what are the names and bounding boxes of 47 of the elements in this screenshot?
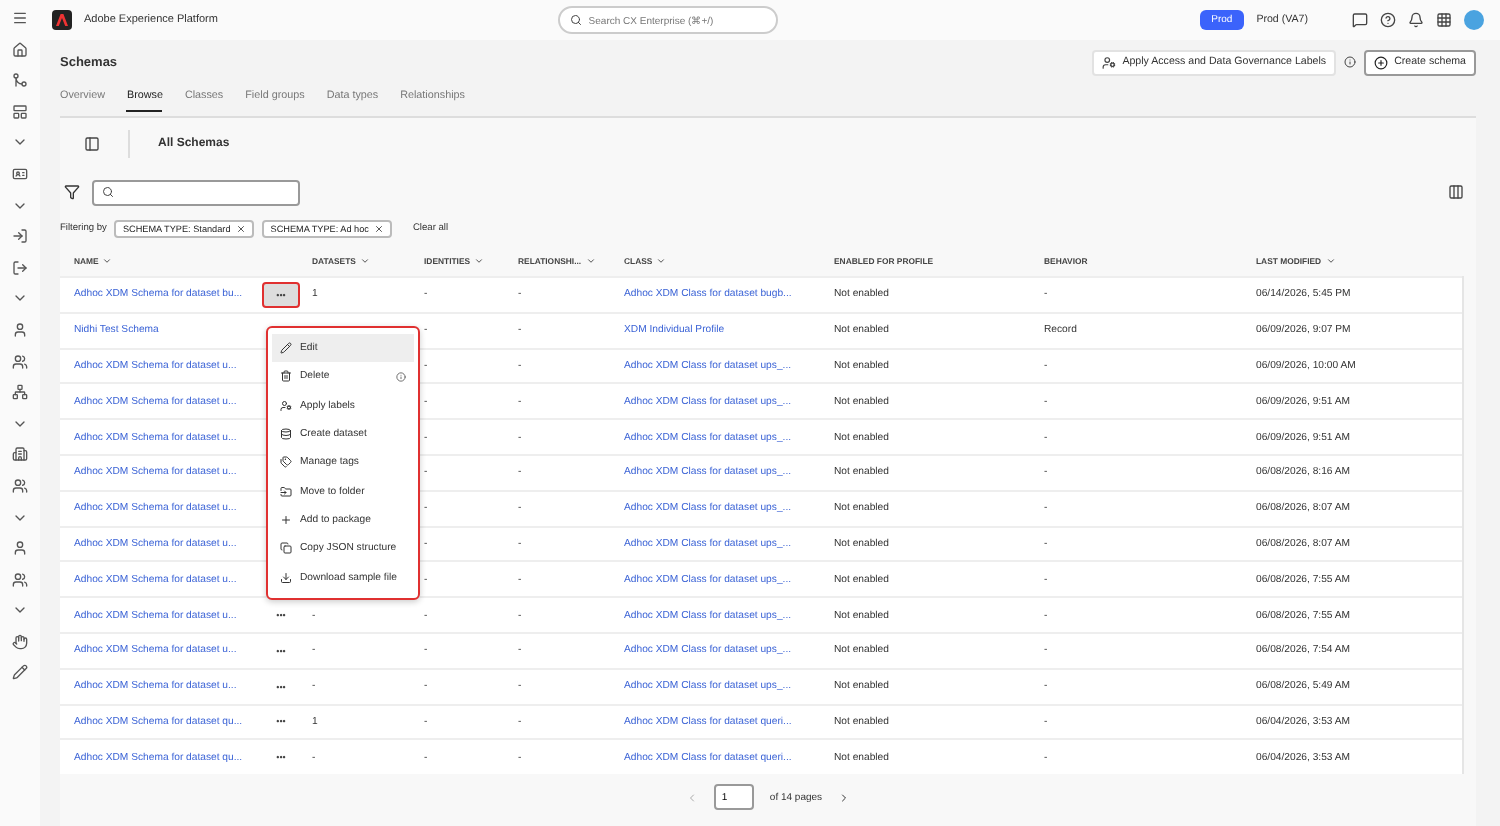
filter-icon: [64, 184, 80, 200]
copy-icon: [280, 542, 292, 555]
sort-icon[interactable]: [359, 255, 370, 265]
home-icon[interactable]: [12, 41, 28, 58]
network-icon[interactable]: [12, 384, 28, 401]
next-page-icon[interactable]: [838, 791, 851, 804]
people-icon[interactable]: [12, 571, 28, 588]
folder-icon: [280, 485, 292, 498]
people-icon[interactable]: [12, 477, 28, 494]
logo-icon: [52, 10, 72, 30]
plus-icon: [1374, 55, 1389, 69]
help-icon: [1380, 12, 1396, 28]
tag-icon: [280, 456, 292, 469]
info-icon: [1344, 56, 1357, 68]
merge-icon[interactable]: [12, 72, 28, 89]
menu-icon[interactable]: [12, 10, 28, 26]
columns-icon[interactable]: [1448, 184, 1464, 200]
panel-icon: [84, 136, 100, 152]
logout-icon[interactable]: [12, 259, 28, 276]
person-icon[interactable]: [12, 540, 28, 557]
trash-icon: [280, 370, 292, 383]
chat-icon: [1352, 12, 1368, 28]
layout-icon[interactable]: [12, 103, 28, 120]
database-icon: [280, 428, 292, 441]
sort-icon[interactable]: [474, 255, 485, 265]
bell-icon: [1408, 12, 1424, 28]
people-icon[interactable]: [12, 353, 28, 370]
search-field[interactable]: [92, 179, 300, 205]
search-icon: [570, 14, 583, 26]
plus-icon: [280, 513, 292, 526]
hand-icon[interactable]: [12, 633, 28, 650]
card-icon[interactable]: [12, 165, 28, 182]
pencil-icon[interactable]: [12, 664, 28, 681]
sort-icon[interactable]: [1325, 255, 1336, 265]
login-icon[interactable]: [12, 228, 28, 245]
download-icon: [280, 571, 292, 584]
sort-icon[interactable]: [585, 255, 596, 265]
person-icon[interactable]: [12, 321, 28, 338]
buildings-icon[interactable]: [12, 446, 28, 463]
user-gear-icon: [280, 399, 292, 412]
apps-icon: [1436, 12, 1452, 28]
sort-icon[interactable]: [102, 255, 113, 265]
user-gear-icon: [1102, 55, 1117, 69]
avatar[interactable]: [1464, 10, 1484, 30]
pencil-icon: [280, 342, 292, 355]
search-icon: [102, 186, 114, 198]
sort-icon[interactable]: [656, 255, 667, 265]
